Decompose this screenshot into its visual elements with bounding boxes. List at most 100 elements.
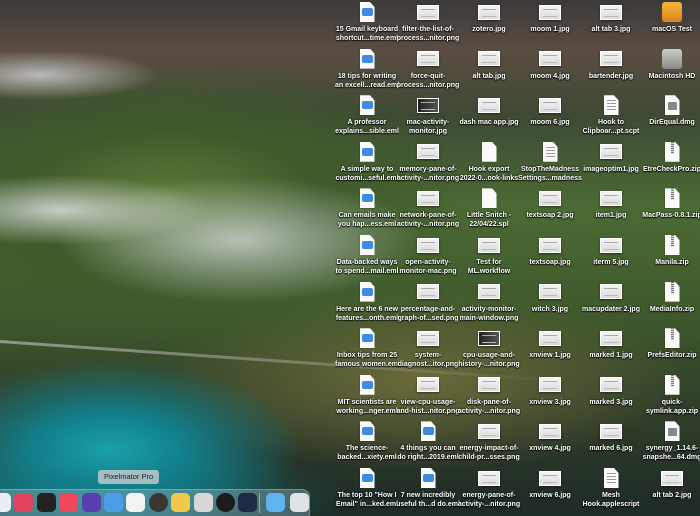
desktop-file[interactable]: dash mac app.jpg: [457, 95, 521, 127]
file-name-label: EtreCheckPro.zip: [643, 165, 700, 173]
desktop-file[interactable]: marked 6.jpg: [579, 421, 643, 453]
desktop-file[interactable]: system-diagnost...itor.png: [396, 328, 460, 369]
desktop-file[interactable]: EtreCheckPro.zip: [640, 141, 700, 174]
desktop-file[interactable]: witch 3.jpg: [518, 282, 582, 314]
file-name-label: 22/04/22.spl: [469, 221, 509, 229]
desktop-file[interactable]: MediaInfo.zip: [640, 281, 700, 314]
file-name-label: energy-impact-of-: [459, 445, 519, 453]
desktop-file[interactable]: textsoap 2.jpg: [518, 188, 582, 220]
file-name-label: Hook.applescript: [582, 501, 640, 508]
desktop-file[interactable]: Hook export 2022-0...ook-links: [457, 141, 521, 183]
purple-app-icon[interactable]: [82, 493, 101, 512]
desktop-file[interactable]: disk-pane-of-activity-...nitor.png: [457, 375, 521, 416]
desktop-file[interactable]: percentage-and-graph-of...sed.png: [396, 282, 460, 323]
file-name-label: MIT scientists are: [337, 398, 397, 406]
desktop-file[interactable]: textsoap.jpg: [518, 235, 582, 267]
file-name-label: textsoap.jpg: [529, 259, 571, 266]
desktop-file[interactable]: network-pane-of-activity-...nitor.png: [396, 188, 460, 229]
file-name-label: to spend...mail.eml: [335, 268, 399, 275]
desktop-file[interactable]: alt tab.jpg: [457, 49, 521, 81]
file-name-label: MediaInfo.zip: [649, 305, 695, 313]
desktop-file[interactable]: moom 4.jpg: [518, 49, 582, 81]
file-name-label: marked 1.jpg: [589, 352, 633, 360]
goodlinks-icon[interactable]: [14, 493, 33, 512]
desktop-file[interactable]: moom 1.jpg: [518, 2, 582, 34]
desktop-file[interactable]: macOS Test: [640, 2, 700, 34]
colorful-app-icon[interactable]: [171, 493, 190, 512]
desktop-file[interactable]: mac-activity-monitor.jpg: [396, 95, 460, 136]
desktop-file[interactable]: StopTheMadness Settings...madness: [518, 141, 582, 183]
desktop-file[interactable]: iterm 5.jpg: [579, 235, 643, 267]
desktop-file[interactable]: Here are the 6 new features...onth.eml: [335, 281, 399, 323]
desktop-file[interactable]: xnview 1.jpg: [518, 328, 582, 360]
desktop-file[interactable]: 7 new incredibly useful th...d do.eml: [396, 468, 460, 509]
document-icon: [481, 188, 497, 209]
trash-icon[interactable]: [290, 493, 309, 512]
image-thumbnail-icon: [478, 97, 500, 113]
sync-app-icon[interactable]: [216, 493, 235, 512]
desktop-file[interactable]: view-cpu-usage-and-hist...nitor.png: [396, 375, 460, 416]
image-thumbnail-icon: [600, 4, 622, 20]
desktop-file[interactable]: xnview 6.jpg: [518, 468, 582, 500]
desktop-file[interactable]: xnview 3.jpg: [518, 375, 582, 407]
desktop-file[interactable]: The top 10 "How I Email" in...ked.eml: [335, 468, 399, 509]
desktop-file[interactable]: Mesh Hook.applescript: [579, 468, 643, 509]
desktop-file[interactable]: marked 1.jpg: [579, 328, 643, 360]
desktop-file[interactable]: open-activity-monitor-mac.png: [396, 235, 460, 276]
striped-app-icon[interactable]: [149, 493, 168, 512]
desktop-file[interactable]: macupdater 2.jpg: [579, 282, 643, 314]
desktop-file[interactable]: imageoptim1.jpg: [579, 142, 643, 174]
terminal-icon[interactable]: [37, 493, 56, 512]
desktop-file[interactable]: item1.jpg: [579, 188, 643, 220]
file-name-label: do right...2019.eml: [397, 454, 459, 462]
desktop-file[interactable]: 18 tips for writing an excell...read.eml: [335, 48, 399, 90]
desktop-file[interactable]: Can emails make you hap...ess.eml: [335, 188, 399, 229]
desktop-file[interactable]: quick-symlink.app.zip: [640, 374, 700, 416]
desktop-file[interactable]: bartender.jpg: [579, 49, 643, 81]
file-name-label: disk-pane-of-: [467, 398, 511, 406]
desktop-file[interactable]: synergy_1.14.6- snapshe...64.dmg: [640, 421, 700, 462]
desktop-file[interactable]: activity-monitor-main-window.png: [457, 282, 521, 323]
desktop-file[interactable]: 4 things you can do right...2019.eml: [396, 421, 460, 462]
desktop-file[interactable]: zotero.jpg: [457, 2, 521, 34]
desktop-file[interactable]: DirEqual.dmg: [640, 95, 700, 127]
finder-icon[interactable]: [0, 493, 11, 512]
desktop-file[interactable]: filter-the-list-of-process...nitor.png: [396, 2, 460, 43]
desktop-file[interactable]: alt tab 2.jpg: [640, 468, 700, 500]
desktop-file[interactable]: cpu-usage-and-history-...nitor.png: [457, 328, 521, 369]
desktop-file[interactable]: Macintosh HD: [640, 48, 700, 81]
desktop-file[interactable]: alt tab 3.jpg: [579, 2, 643, 34]
desktop-file[interactable]: Hook to Clipboar...pt.scpt: [579, 95, 643, 136]
desktop-file[interactable]: 15 Gmail keyboard shortcut...time.eml: [335, 2, 399, 43]
tweetbot-icon[interactable]: [104, 493, 123, 512]
desktop-file[interactable]: A simple way to customi...seful.eml: [335, 141, 399, 183]
desktop-file[interactable]: PrefsEditor.zip: [640, 328, 700, 360]
desktop-file[interactable]: Test for ML.workflow: [457, 235, 521, 276]
file-name-label: alt tab.jpg: [472, 72, 506, 80]
desktop-file[interactable]: MacPass-0.8.1.zip: [640, 188, 700, 220]
pixelmator-pro-icon[interactable]: [126, 493, 145, 512]
zotero-icon[interactable]: [194, 493, 213, 512]
desktop-file[interactable]: energy-pane-of-activity-...nitor.png: [457, 468, 521, 509]
desktop-file[interactable]: Manila.zip: [640, 235, 700, 267]
desktop-file[interactable]: Data-backed ways to spend...mail.eml: [335, 235, 399, 276]
file-name-label: Macintosh HD: [648, 72, 696, 80]
desktop-file[interactable]: The science-backed...xiety.eml: [335, 421, 399, 462]
infuse-icon[interactable]: [238, 493, 257, 512]
desktop-file[interactable]: Little Snitch -22/04/22.spl: [457, 188, 521, 229]
desktop-file[interactable]: Inbox tips from 25 famous women.eml: [335, 328, 399, 369]
desktop-file[interactable]: MIT scientists are working...nger.eml: [335, 374, 399, 416]
file-name-label: history-...nitor.png: [458, 361, 520, 369]
image-thumbnail-icon: [661, 470, 683, 486]
file-name-label: graph-of...sed.png: [397, 314, 459, 322]
desktop-file[interactable]: memory-pane-of-activity-...nitor.png: [396, 142, 460, 183]
email-file-icon: [359, 421, 375, 442]
desktop-file[interactable]: xnview 4.jpg: [518, 421, 582, 453]
music-icon[interactable]: [59, 493, 78, 512]
desktop-file[interactable]: force-quit-process...nitor.png: [396, 49, 460, 90]
desktop-file[interactable]: A professor explains...sible.eml: [335, 95, 399, 136]
desktop-file[interactable]: moom 6.jpg: [518, 95, 582, 127]
downloads-folder-icon[interactable]: [266, 493, 285, 512]
desktop-file[interactable]: marked 3.jpg: [579, 375, 643, 407]
desktop-file[interactable]: energy-impact-of-child-pr...sses.png: [457, 421, 521, 462]
